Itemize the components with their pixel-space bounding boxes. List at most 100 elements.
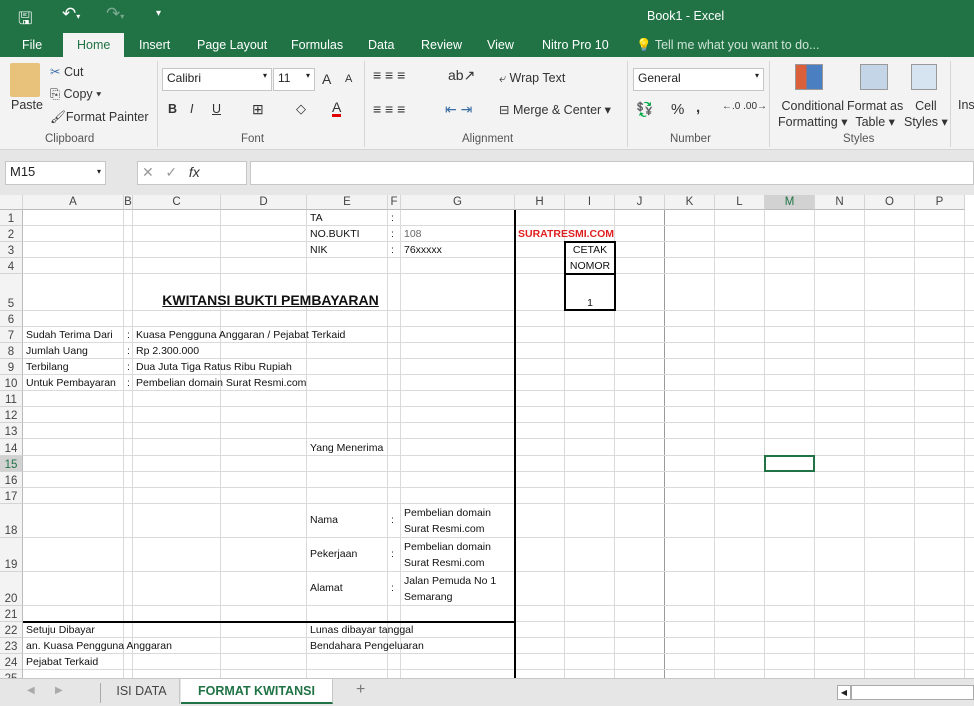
align-top-icon[interactable]: ≡ ≡ ≡ (373, 67, 405, 83)
cell-styles-button[interactable]: Cell Styles ▾ (904, 98, 948, 130)
cell-E3[interactable]: NIK (307, 242, 328, 258)
row-header-15[interactable]: 15 (0, 456, 23, 472)
row-header-3[interactable]: 3 (0, 242, 23, 258)
cell-B9[interactable]: : (124, 359, 130, 375)
prev-sheet-icon[interactable]: ◀ (27, 685, 35, 696)
row-header-17[interactable]: 17 (0, 488, 23, 504)
cell-G20[interactable]: Jalan Pemuda No 1 Semarang (401, 572, 515, 606)
column-header-K[interactable]: K (665, 195, 715, 210)
column-header-J[interactable]: J (615, 195, 665, 210)
align-left-icon[interactable]: ≡ ≡ ≡ (373, 101, 405, 117)
row-header-10[interactable]: 10 (0, 375, 23, 391)
cell-E20[interactable]: Alamat (307, 572, 343, 606)
conditional-formatting-button[interactable]: Conditional Formatting ▾ (778, 98, 848, 130)
row-header-19[interactable]: 19 (0, 538, 23, 572)
merge-center-button[interactable]: ⊟ Merge & Center ▾ (499, 102, 611, 117)
tell-me-search[interactable]: 💡 Tell me what you want to do... (622, 33, 834, 57)
font-name-select[interactable]: Calibri ▾ (162, 68, 272, 91)
column-header-G[interactable]: G (401, 195, 515, 210)
column-header-O[interactable]: O (865, 195, 915, 210)
tab-insert[interactable]: Insert (125, 33, 184, 57)
cell-A23[interactable]: an. Kuasa Pengguna Anggaran (23, 638, 172, 654)
scroll-left-icon[interactable]: ◀ (837, 685, 851, 700)
tab-nitro-pro-10[interactable]: Nitro Pro 10 (528, 33, 623, 57)
format-as-table-icon[interactable] (860, 64, 888, 90)
tab-view[interactable]: View (473, 33, 528, 57)
sheet-tab-format-kwitansi[interactable]: FORMAT KWITANSI (181, 679, 333, 704)
cell-C10[interactable]: Pembelian domain Surat Resmi.com (133, 375, 306, 391)
cell-C7[interactable]: Kuasa Pengguna Anggaran / Pejabat Terkai… (133, 327, 345, 343)
formula-input[interactable] (250, 161, 974, 185)
row-header-24[interactable]: 24 (0, 654, 23, 670)
row-header-20[interactable]: 20 (0, 572, 23, 606)
orientation-icon[interactable]: ab↗ (448, 67, 475, 84)
column-header-M[interactable]: M (765, 195, 815, 210)
cell-E1[interactable]: TA (307, 210, 323, 226)
cell-A10[interactable]: Untuk Pembayaran (23, 375, 116, 391)
column-header-D[interactable]: D (221, 195, 307, 210)
format-painter-button[interactable]: 🖌Format Painter (50, 110, 149, 125)
cell-F18[interactable]: : (388, 504, 394, 538)
cell-B10[interactable]: : (124, 375, 130, 391)
column-header-C[interactable]: C (133, 195, 221, 210)
fx-icon[interactable]: fx (189, 164, 200, 180)
cell-H2[interactable]: SURATRESMI.COM (515, 226, 614, 242)
row-header-23[interactable]: 23 (0, 638, 23, 654)
column-header-E[interactable]: E (307, 195, 388, 210)
cell-A9[interactable]: Terbilang (23, 359, 69, 375)
selected-cell-cursor[interactable] (764, 455, 815, 472)
font-size-select[interactable]: 11 ▾ (273, 68, 315, 91)
cell-B8[interactable]: : (124, 343, 130, 359)
cell-A8[interactable]: Jumlah Uang (23, 343, 88, 359)
percent-button[interactable]: % (671, 101, 684, 118)
increase-font-icon[interactable]: A (322, 71, 331, 87)
spreadsheet-grid[interactable]: A B C D E F G H I J K L M N O P 1 2 3 4 5 6 7 8 9 10 11 12 13 14 15 16 1… (0, 195, 974, 678)
name-box[interactable]: M15 ▾ (5, 161, 106, 185)
column-header-L[interactable]: L (715, 195, 765, 210)
copy-button[interactable]: ⎘ Copy ▾ (50, 87, 101, 102)
italic-button[interactable]: I (190, 102, 193, 116)
redo-icon[interactable]: ↷▾ (106, 4, 124, 24)
horizontal-scrollbar[interactable] (851, 685, 974, 700)
cell-C9[interactable]: Dua Juta Tiga Ratus Ribu Rupiah (133, 359, 292, 375)
cell-G2[interactable]: 108 (401, 226, 422, 242)
cut-button[interactable]: ✂ Cut (50, 64, 83, 79)
tab-file[interactable]: File (8, 33, 56, 57)
cell-F2[interactable]: : (388, 226, 394, 242)
fill-color-icon[interactable]: ◇ (296, 101, 306, 117)
decimal-icons[interactable]: ←.0 .00→ (722, 101, 767, 112)
row-header-22[interactable]: 22 (0, 622, 23, 638)
column-header-H[interactable]: H (515, 195, 565, 210)
cell-E18[interactable]: Nama (307, 504, 338, 538)
tab-formulas[interactable]: Formulas (277, 33, 357, 57)
row-header-4[interactable]: 4 (0, 258, 23, 274)
row-header-18[interactable]: 18 (0, 504, 23, 538)
cell-A7[interactable]: Sudah Terima Dari (23, 327, 113, 343)
cell-F19[interactable]: : (388, 538, 394, 572)
row-header-2[interactable]: 2 (0, 226, 23, 242)
cell-A24[interactable]: Pejabat Terkaid (23, 654, 98, 670)
underline-button[interactable]: U (212, 102, 221, 116)
paste-icon[interactable] (10, 63, 40, 97)
row-header-1[interactable]: 1 (0, 210, 23, 226)
cell-E19[interactable]: Pekerjaan (307, 538, 357, 572)
cell-A5[interactable]: KWITANSI BUKTI PEMBAYARAN (23, 274, 515, 311)
cell-B7[interactable]: : (124, 327, 130, 343)
cell-A22[interactable]: Setuju Dibayar (23, 622, 95, 638)
column-header-P[interactable]: P (915, 195, 965, 210)
row-header-13[interactable]: 13 (0, 423, 23, 439)
number-format-select[interactable]: General ▾ (633, 68, 764, 91)
row-header-5[interactable]: 5 (0, 274, 23, 311)
cell-E2[interactable]: NO.BUKTI (307, 226, 360, 242)
row-header-12[interactable]: 12 (0, 407, 23, 423)
tab-review[interactable]: Review (407, 33, 476, 57)
paste-button[interactable]: Paste (11, 98, 43, 112)
row-header-7[interactable]: 7 (0, 327, 23, 343)
cell-G19[interactable]: Pembelian domain Surat Resmi.com (401, 538, 515, 572)
insert-button[interactable]: Ins (958, 98, 974, 112)
enter-icon[interactable]: ✓ (165, 164, 177, 180)
format-as-table-button[interactable]: Format as Table ▾ (847, 98, 903, 130)
cell-C8[interactable]: Rp 2.300.000 (133, 343, 199, 359)
decrease-font-icon[interactable]: A (345, 73, 352, 85)
cell-F1[interactable]: : (388, 210, 394, 226)
